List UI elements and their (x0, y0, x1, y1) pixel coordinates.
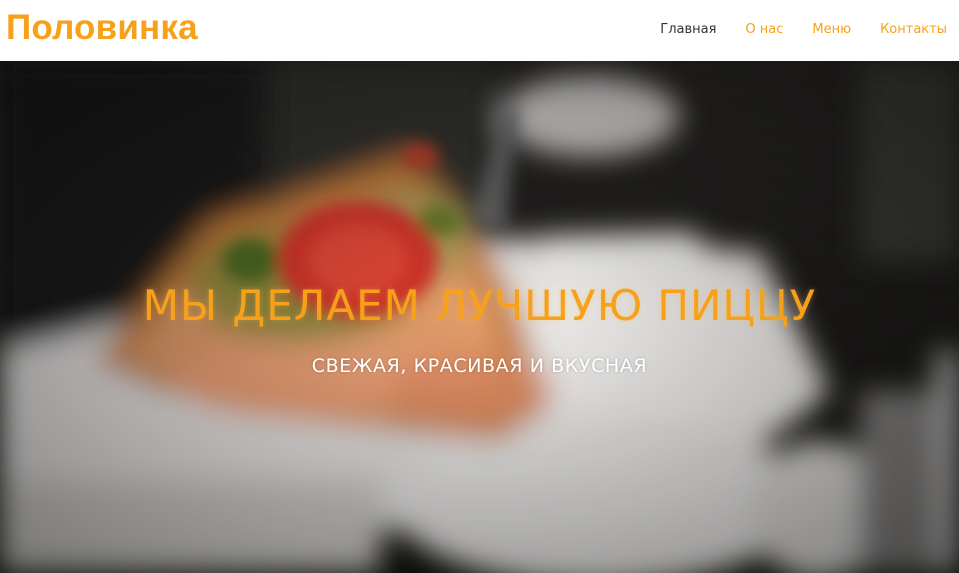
hero-title: МЫ ДЕЛАЕМ ЛУЧШУЮ ПИЦЦУ (142, 281, 817, 330)
hero-subtitle: СВЕЖАЯ, КРАСИВАЯ И ВКУСНАЯ (311, 355, 648, 377)
site-header: Половинка Главная О нас Меню Контакты (0, 0, 959, 61)
nav-link-contacts[interactable]: Контакты (880, 21, 947, 39)
site-logo[interactable]: Половинка (6, 6, 198, 50)
nav-link-menu[interactable]: Меню (812, 21, 851, 39)
main-nav: Главная О нас Меню Контакты (631, 21, 947, 39)
nav-link-about[interactable]: О нас (745, 21, 783, 39)
nav-link-home[interactable]: Главная (660, 21, 716, 39)
hero-section: МЫ ДЕЛАЕМ ЛУЧШУЮ ПИЦЦУ СВЕЖАЯ, КРАСИВАЯ … (0, 61, 959, 573)
